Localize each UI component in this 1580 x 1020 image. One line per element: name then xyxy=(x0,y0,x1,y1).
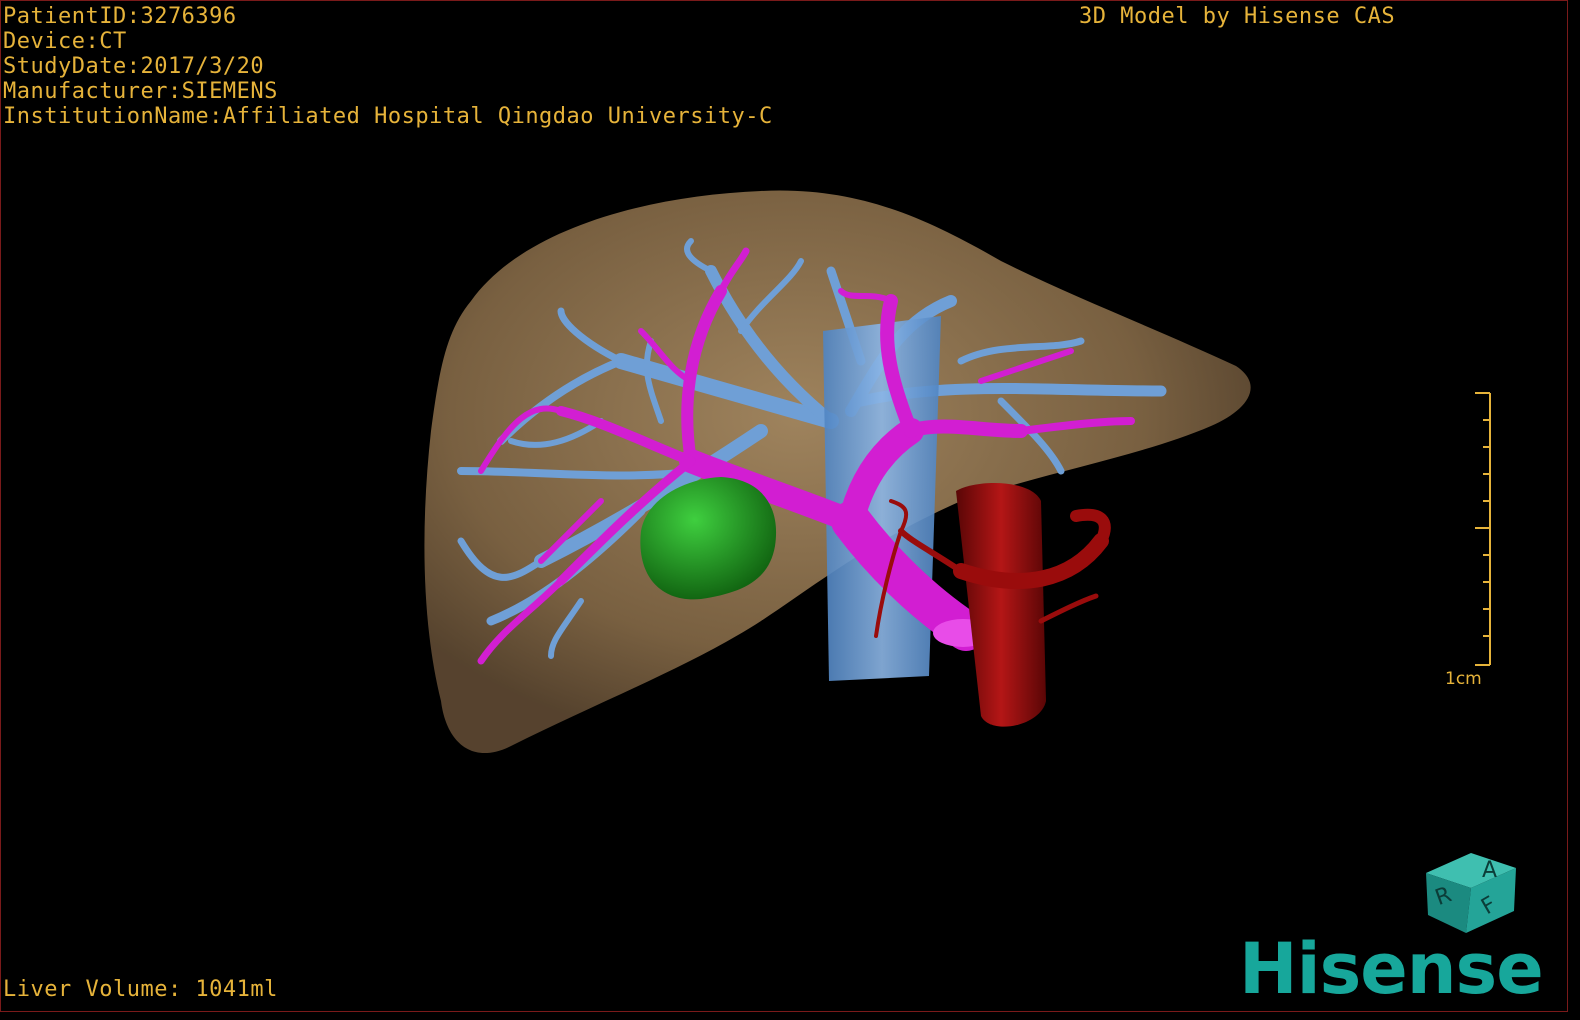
aorta xyxy=(956,482,1046,727)
scale-bar-icon xyxy=(1475,392,1491,666)
patient-id: PatientID:3276396 xyxy=(3,4,237,29)
institution-name: InstitutionName:Affiliated Hospital Qing… xyxy=(3,104,773,129)
3d-viewport[interactable]: PatientID:3276396 Device:CT StudyDate:20… xyxy=(0,0,1568,1012)
scale-bar-label: 1cm xyxy=(1445,669,1482,689)
cube-face-top: A xyxy=(1482,858,1497,883)
brand-title: 3D Model by Hisense CAS xyxy=(1079,4,1396,29)
inferior-vena-cava xyxy=(823,316,941,681)
liver-volume: Liver Volume: 1041ml xyxy=(3,977,278,1002)
hisense-logo: Hisense xyxy=(1239,928,1544,1010)
orientation-cube-icon[interactable]: A R F xyxy=(1416,833,1526,943)
study-date: StudyDate:2017/3/20 xyxy=(3,54,265,79)
patient-metadata: PatientID:3276396 Device:CT StudyDate:20… xyxy=(3,4,773,129)
manufacturer: Manufacturer:SIEMENS xyxy=(3,79,278,104)
liver-3d-model[interactable] xyxy=(1,1,1567,1011)
device: Device:CT xyxy=(3,29,127,54)
